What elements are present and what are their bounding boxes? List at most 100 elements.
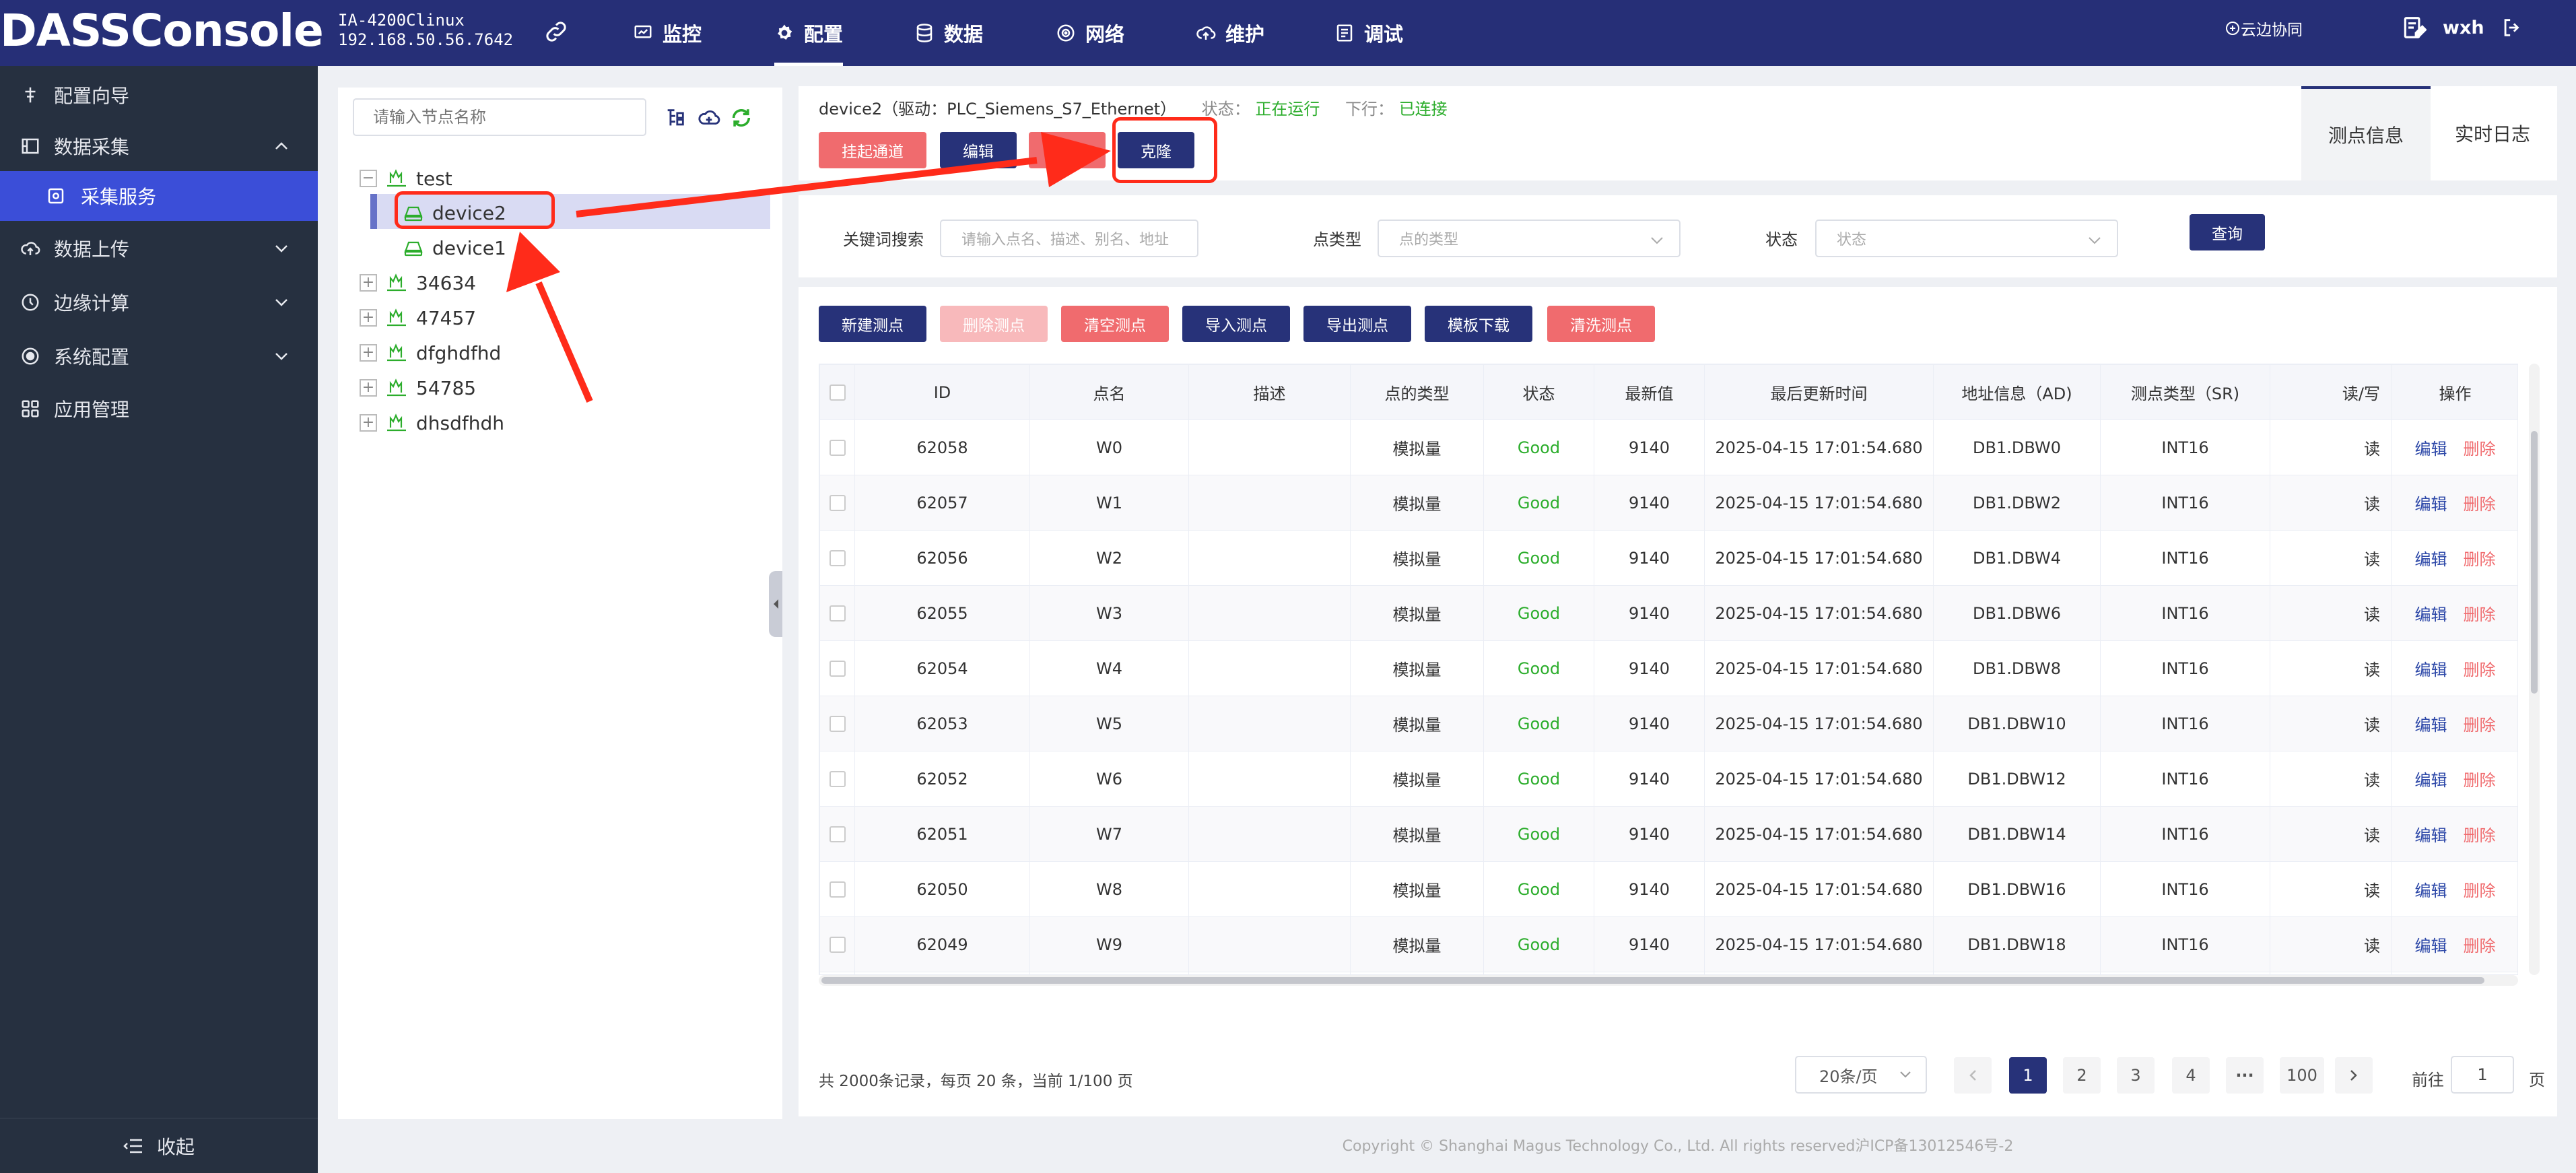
tab-realtime-log[interactable]: 实时日志 xyxy=(2428,86,2557,180)
nav-debug[interactable]: 调试 xyxy=(1334,0,1403,66)
row-checkbox[interactable] xyxy=(829,715,846,732)
row-delete-link[interactable]: 删除 xyxy=(2464,495,2496,514)
tree-node-34634[interactable]: + 34634 xyxy=(360,266,476,300)
link-icon[interactable] xyxy=(543,18,570,45)
suspend-channel-button[interactable]: 挂起通道 xyxy=(819,132,926,168)
logout-icon[interactable] xyxy=(2501,16,2523,39)
row-select-cell[interactable] xyxy=(819,861,855,917)
row-select-cell[interactable] xyxy=(819,475,855,531)
page-button[interactable]: 4 xyxy=(2172,1057,2210,1094)
nav-maintenance[interactable]: 维护 xyxy=(1196,0,1264,66)
row-checkbox[interactable] xyxy=(829,494,846,511)
row-delete-link[interactable]: 删除 xyxy=(2464,771,2496,790)
row-checkbox[interactable] xyxy=(829,439,846,456)
sidebar-item-app-manage[interactable]: 应用管理 xyxy=(0,384,318,434)
panel-resize-handle[interactable] xyxy=(769,571,782,637)
nav-network[interactable]: 网络 xyxy=(1056,0,1124,66)
edit-button[interactable]: 编辑 xyxy=(940,132,1017,168)
sidebar-item-system-config[interactable]: 系统配置 xyxy=(0,331,318,381)
tree-node-test[interactable]: − test xyxy=(360,162,452,195)
select-all-checkbox[interactable] xyxy=(829,384,846,401)
table-row[interactable]: 62052 W6 模拟量 Good 9140 2025-04-15 17:01:54.68… xyxy=(819,751,2517,807)
template-download-button[interactable]: 模板下载 xyxy=(1425,306,1532,342)
expand-node-icon[interactable]: + xyxy=(360,379,377,397)
row-select-cell[interactable] xyxy=(819,530,855,586)
row-edit-link[interactable]: 编辑 xyxy=(2415,881,2447,900)
table-row[interactable]: 62056 W2 模拟量 Good 9140 2025-04-15 17:01:54.68… xyxy=(819,530,2517,586)
table-row[interactable]: 62049 W9 模拟量 Good 9140 2025-04-15 17:01:54.68… xyxy=(819,916,2517,972)
row-delete-link[interactable]: 删除 xyxy=(2464,550,2496,569)
expand-node-icon[interactable]: + xyxy=(360,274,377,292)
row-select-cell[interactable] xyxy=(819,420,855,475)
row-edit-link[interactable]: 编辑 xyxy=(2415,661,2447,679)
row-checkbox[interactable] xyxy=(829,770,846,787)
tree-node-dfghdfhd[interactable]: + dfghdfhd xyxy=(360,336,501,370)
row-select-cell[interactable] xyxy=(819,640,855,696)
nav-config[interactable]: 配置 xyxy=(774,0,844,66)
tree-node-54785[interactable]: + 54785 xyxy=(360,371,476,405)
row-delete-link[interactable]: 删除 xyxy=(2464,826,2496,845)
nav-monitor[interactable]: 监控 xyxy=(633,0,702,66)
keyword-search-input[interactable]: 请输入点名、描述、别名、地址 xyxy=(940,220,1198,257)
row-edit-link[interactable]: 编辑 xyxy=(2415,937,2447,956)
row-checkbox[interactable] xyxy=(829,936,846,953)
document-edit-icon[interactable] xyxy=(2401,15,2427,40)
clear-points-button[interactable]: 清空测点 xyxy=(1061,306,1169,342)
sidebar-item-data-collect[interactable]: 数据采集 xyxy=(0,121,318,171)
horizontal-scrollbar[interactable] xyxy=(819,975,2518,986)
row-edit-link[interactable]: 编辑 xyxy=(2415,495,2447,514)
table-row[interactable]: 62054 W4 模拟量 Good 9140 2025-04-15 17:01:54.68… xyxy=(819,640,2517,696)
row-checkbox[interactable] xyxy=(829,549,846,566)
row-delete-link[interactable]: 删除 xyxy=(2464,605,2496,624)
select-all-cell[interactable] xyxy=(819,364,855,420)
row-edit-link[interactable]: 编辑 xyxy=(2415,716,2447,735)
expand-node-icon[interactable]: + xyxy=(360,344,377,362)
table-row[interactable]: 62057 W1 模拟量 Good 9140 2025-04-15 17:01:54.68… xyxy=(819,475,2517,531)
table-row[interactable]: 62051 W7 模拟量 Good 9140 2025-04-15 17:01:54.68… xyxy=(819,806,2517,862)
row-edit-link[interactable]: 编辑 xyxy=(2415,550,2447,569)
sidebar-item-data-upload[interactable]: 数据上传 xyxy=(0,224,318,273)
add-node-icon[interactable] xyxy=(698,106,720,129)
row-edit-link[interactable]: 编辑 xyxy=(2415,605,2447,624)
collapse-node-icon[interactable]: − xyxy=(360,170,377,187)
tree-node-device1[interactable]: device1 xyxy=(403,231,506,265)
tree-node-dhsdfhdh[interactable]: + dhsdfhdh xyxy=(360,406,504,440)
scrollbar-thumb[interactable] xyxy=(821,977,2484,984)
row-select-cell[interactable] xyxy=(819,916,855,972)
row-delete-link[interactable]: 删除 xyxy=(2464,440,2496,459)
vertical-scrollbar[interactable] xyxy=(2529,364,2540,975)
tree-node-47457[interactable]: + 47457 xyxy=(360,301,476,335)
export-points-button[interactable]: 导出测点 xyxy=(1303,306,1411,342)
page-ellipsis[interactable]: ··· xyxy=(2226,1057,2264,1094)
row-delete-link[interactable]: 删除 xyxy=(2464,716,2496,735)
delete-point-button[interactable]: 删除测点 xyxy=(940,306,1048,342)
sidebar-item-guide[interactable]: 配置向导 xyxy=(0,70,318,120)
scrollbar-thumb[interactable] xyxy=(2531,431,2538,694)
row-checkbox[interactable] xyxy=(829,826,846,842)
page-button[interactable]: 100 xyxy=(2280,1057,2324,1094)
page-button[interactable]: 2 xyxy=(2063,1057,2101,1094)
tree-structure-icon[interactable] xyxy=(664,106,687,129)
status-select[interactable]: 状态 xyxy=(1815,220,2118,257)
next-page-button[interactable] xyxy=(2335,1057,2373,1094)
expand-node-icon[interactable]: + xyxy=(360,414,377,432)
table-row[interactable]: 62058 W0 模拟量 Good 9140 2025-04-15 17:01:54.68… xyxy=(819,420,2517,475)
prev-page-button[interactable] xyxy=(1954,1057,1992,1094)
nav-data[interactable]: 数据 xyxy=(914,0,983,66)
row-checkbox[interactable] xyxy=(829,881,846,898)
row-edit-link[interactable]: 编辑 xyxy=(2415,440,2447,459)
tree-search-input[interactable] xyxy=(353,98,646,136)
cloud-edge-link[interactable]: 云边协同 xyxy=(2225,0,2303,57)
row-select-cell[interactable] xyxy=(819,696,855,751)
row-select-cell[interactable] xyxy=(819,751,855,807)
expand-node-icon[interactable]: + xyxy=(360,309,377,327)
tab-point-info[interactable]: 测点信息 xyxy=(2301,86,2431,180)
row-select-cell[interactable] xyxy=(819,806,855,862)
row-delete-link[interactable]: 删除 xyxy=(2464,881,2496,900)
table-row[interactable]: 62053 W5 模拟量 Good 9140 2025-04-15 17:01:54.68… xyxy=(819,696,2517,751)
refresh-icon[interactable] xyxy=(730,106,753,129)
row-checkbox[interactable] xyxy=(829,605,846,622)
row-checkbox[interactable] xyxy=(829,660,846,677)
table-row[interactable]: 62055 W3 模拟量 Good 9140 2025-04-15 17:01:54.68… xyxy=(819,585,2517,641)
goto-page-input[interactable]: 1 xyxy=(2451,1056,2514,1094)
